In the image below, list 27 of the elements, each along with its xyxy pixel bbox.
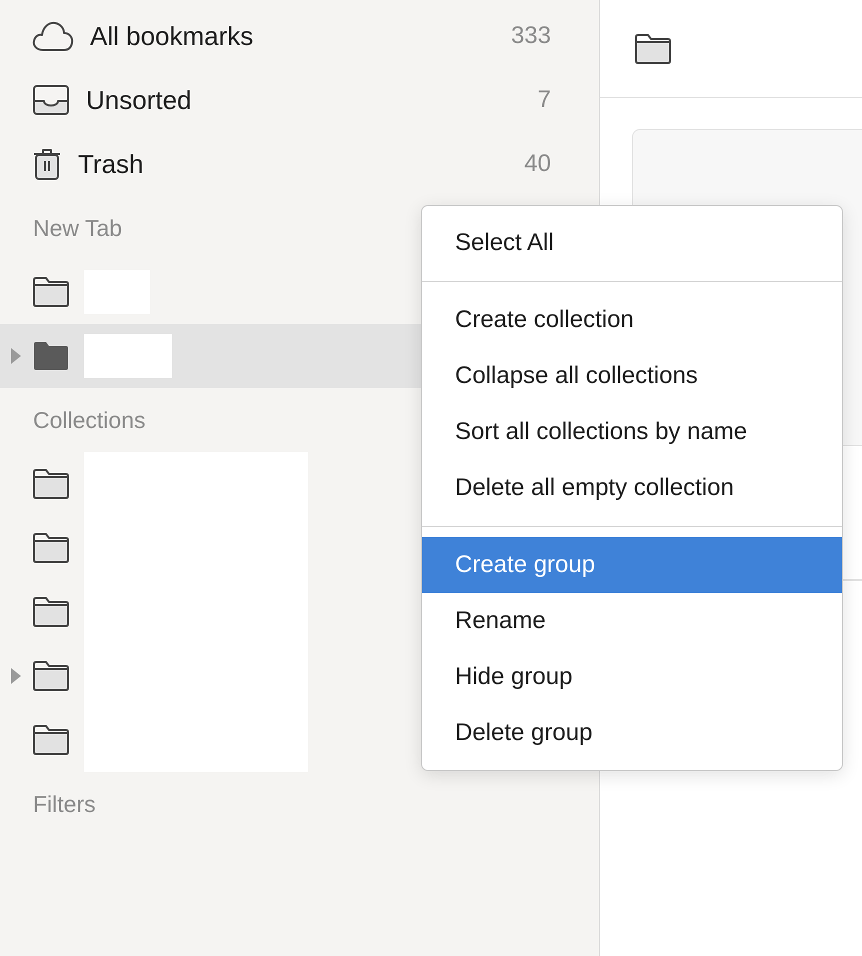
sidebar-item-label[interactable]: Trash	[78, 144, 524, 184]
folder-icon[interactable]	[32, 276, 70, 308]
menu-item[interactable]: Delete group	[422, 705, 842, 761]
menu-item[interactable]: Create collection	[422, 292, 842, 348]
menu-item[interactable]: Hide group	[422, 649, 842, 705]
menu-item[interactable]: Collapse all collections	[422, 348, 842, 404]
menu-item[interactable]: Select All	[422, 215, 842, 271]
cloud-icon	[32, 20, 74, 52]
sidebar-item-label[interactable]: Unsorted	[86, 80, 538, 120]
menu-item[interactable]: Create group	[422, 537, 842, 593]
folder-icon[interactable]	[32, 340, 70, 372]
trash-icon	[32, 147, 62, 181]
folder-icon[interactable]	[32, 724, 70, 756]
menu-item[interactable]: Delete all empty collection	[422, 460, 842, 516]
folder-icon[interactable]	[32, 660, 70, 692]
folder-icon[interactable]	[32, 532, 70, 564]
expand-icon[interactable]	[10, 667, 22, 685]
folder-icon[interactable]	[32, 596, 70, 628]
item-count: 333	[510, 21, 551, 51]
folder-icon	[634, 32, 672, 64]
inbox-icon	[32, 84, 70, 116]
folder-icon[interactable]	[32, 468, 70, 500]
item-count: 7	[538, 85, 551, 115]
item-count: 40	[524, 149, 551, 179]
sidebar-item-label[interactable]: All bookmarks	[90, 16, 511, 56]
menu-item[interactable]: Sort all collections by name	[422, 404, 842, 460]
menu-item[interactable]: Rename	[422, 593, 842, 649]
